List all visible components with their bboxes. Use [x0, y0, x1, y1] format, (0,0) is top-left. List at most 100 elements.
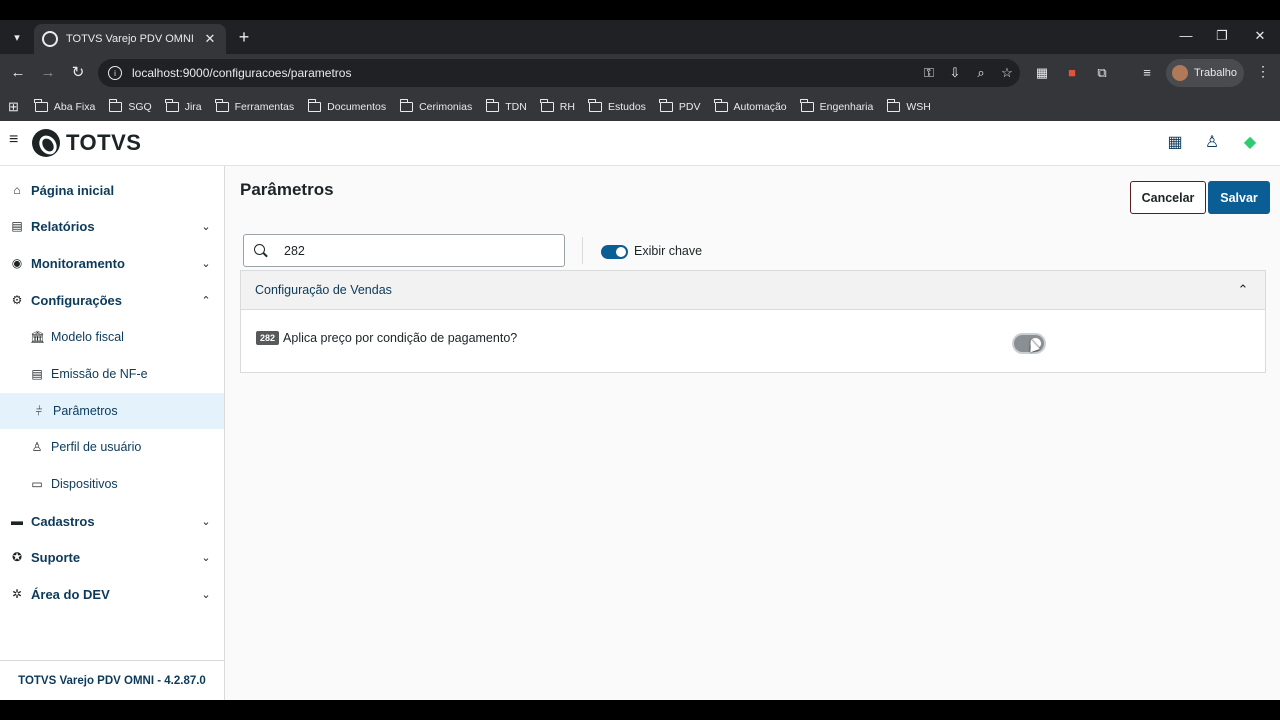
parameter-label: Aplica preço por condição de pagamento?	[283, 331, 518, 345]
sidebar-subitem-devices[interactable]: ▭ Dispositivos	[0, 466, 224, 502]
profile-button[interactable]: Trabalho	[1166, 59, 1244, 87]
cancel-button[interactable]: Cancelar	[1130, 181, 1206, 214]
close-tab-icon[interactable]: ✕	[202, 31, 218, 47]
sidebar-subitem-user-profile[interactable]: ♙ Perfil de usuário	[0, 429, 224, 465]
password-key-icon[interactable]: ⚿	[916, 65, 942, 81]
sidebar-item-dev-area[interactable]: ✲ Área do DEV ⌄	[0, 576, 224, 612]
profile-name: Trabalho	[1194, 67, 1238, 79]
bookmark-folder[interactable]: TDN	[485, 98, 527, 113]
parameter-row: 282 Aplica preço por condição de pagamen…	[256, 331, 517, 345]
browser-toolbar: ← → ↻ i localhost:9000/configuracoes/par…	[0, 54, 1280, 92]
chevron-down-icon: ⌄	[201, 516, 211, 528]
accordion-sales-config: Configuração de Vendas ⌃ 282 Aplica preç…	[240, 270, 1266, 373]
folder-icon	[215, 98, 229, 112]
bookmark-star-icon[interactable]: ☆	[994, 65, 1020, 81]
sidebar-item-label: Área do DEV	[31, 586, 110, 602]
bookmark-label: PDV	[678, 100, 701, 113]
main-content: Parâmetros Cancelar Salvar 282 Exibir ch…	[225, 166, 1280, 700]
sidebar-item-home[interactable]: ⌂ Página inicial	[0, 172, 224, 208]
home-icon: ⌂	[13, 183, 21, 197]
bookmark-folder[interactable]: Cerimonias	[399, 98, 472, 113]
browser-titlebar: ▾ TOTVS Varejo PDV OMNI ✕ + — ❐ ✕	[0, 20, 1280, 54]
bookmark-folder[interactable]: Estudos	[588, 98, 646, 113]
bookmark-folder[interactable]: Jira	[165, 98, 202, 113]
user-icon[interactable]: ♙	[1202, 133, 1222, 153]
bookmark-label: WSH	[906, 100, 931, 113]
bookmark-folder[interactable]: WSH	[886, 98, 931, 113]
hamburger-menu-icon[interactable]: ≡	[9, 132, 23, 148]
bookmark-folder[interactable]: Aba Fixa	[34, 98, 95, 113]
forward-icon[interactable]: →	[38, 63, 58, 83]
accordion-header[interactable]: Configuração de Vendas ⌃	[241, 271, 1265, 310]
qr-extension-icon[interactable]: ▦	[1033, 64, 1051, 82]
bookmark-folder[interactable]: Engenharia	[800, 98, 873, 113]
bookmark-folder[interactable]: Ferramentas	[215, 98, 295, 113]
sidebar-item-reports[interactable]: ▤ Relatórios ⌄	[0, 208, 224, 244]
search-input[interactable]: 282	[243, 234, 565, 267]
red-extension-icon[interactable]: ■	[1063, 64, 1081, 82]
bookmark-folder[interactable]: Documentos	[307, 98, 386, 113]
bookmark-folder[interactable]: PDV	[659, 98, 701, 113]
show-key-toggle[interactable]	[601, 245, 628, 259]
install-app-icon[interactable]: ⇩	[942, 65, 968, 81]
back-icon[interactable]: ←	[8, 63, 28, 83]
folder-icon	[800, 98, 814, 112]
bookmark-folder[interactable]: Automação	[714, 98, 787, 113]
sidebar: ⌂ Página inicial ▤ Relatórios ⌄ ◉ Monito…	[0, 166, 225, 700]
tab-search-button[interactable]: ▾	[6, 26, 28, 48]
sidebar-item-label: Cadastros	[31, 513, 95, 529]
folder-icon	[34, 98, 48, 112]
sidebar-subitem-nfe[interactable]: ▤ Emissão de NF-e	[0, 356, 224, 392]
new-tab-button[interactable]: +	[234, 27, 254, 47]
url-text[interactable]: localhost:9000/configuracoes/parametros	[132, 66, 916, 80]
sidebar-subitem-label: Modelo fiscal	[51, 330, 124, 344]
bookmark-label: SGQ	[128, 100, 152, 113]
restore-window-icon[interactable]: ❐	[1212, 28, 1232, 44]
extensions-puzzle-icon[interactable]: ⧉	[1093, 64, 1111, 82]
close-window-icon[interactable]: ✕	[1250, 28, 1270, 44]
wifi-status-icon[interactable]: ◆	[1240, 133, 1260, 153]
folder-icon	[399, 98, 414, 112]
sidebar-item-support[interactable]: ✪ Suporte ⌄	[0, 539, 224, 575]
chevron-down-icon: ⌄	[201, 552, 211, 564]
bookmark-label: Ferramentas	[234, 100, 295, 113]
tab-title: TOTVS Varejo PDV OMNI	[66, 33, 194, 45]
save-button[interactable]: Salvar	[1208, 181, 1270, 214]
kebab-menu-icon[interactable]: ⋮	[1256, 63, 1270, 80]
broadcast-icon: ◉	[11, 256, 23, 270]
sidebar-item-label: Suporte	[31, 549, 81, 565]
sidebar-item-label: Relatórios	[31, 218, 95, 234]
sidebar-subitem-fiscal-model[interactable]: 🏛 Modelo fiscal	[0, 319, 224, 355]
folder-icon	[108, 98, 123, 112]
apps-grid-icon[interactable]: ⊞	[8, 99, 19, 115]
address-bar[interactable]: i localhost:9000/configuracoes/parametro…	[98, 59, 1020, 87]
user-settings-icon: ♙	[31, 440, 43, 454]
search-value[interactable]: 282	[284, 244, 305, 258]
sidebar-subitem-parameters[interactable]: ⫩ Parâmetros	[0, 393, 224, 429]
sidebar-item-registrations[interactable]: ▬ Cadastros ⌄	[0, 503, 224, 539]
logo-text: TOTVS	[66, 130, 142, 155]
reload-icon[interactable]: ↻	[68, 63, 88, 83]
chevron-up-icon[interactable]: ⌃	[1237, 283, 1249, 296]
sidebar-subitem-label: Emissão de NF-e	[51, 367, 148, 381]
media-control-icon[interactable]: ≡	[1138, 64, 1156, 82]
divider	[582, 237, 583, 264]
sidebar-item-label: Monitoramento	[31, 255, 125, 271]
minimize-window-icon[interactable]: —	[1176, 28, 1196, 43]
qr-code-icon[interactable]: ▦	[1165, 133, 1185, 153]
browser-tab[interactable]: TOTVS Varejo PDV OMNI ✕	[34, 24, 226, 54]
bookmark-folder[interactable]: SGQ	[108, 98, 152, 113]
zoom-icon[interactable]: ⌕	[968, 65, 994, 81]
bookmark-label: Jira	[184, 100, 202, 113]
sliders-icon: ⫩	[35, 403, 43, 418]
chevron-down-icon: ⌄	[201, 258, 211, 270]
app: ≡ TOTVS ▦ ♙ ◆ ⌂ Página inicial ▤ Relatór…	[0, 121, 1280, 700]
sidebar-item-settings[interactable]: ⚙ Configurações ⌃	[0, 282, 224, 318]
site-info-icon[interactable]: i	[108, 66, 122, 80]
bookmark-label: RH	[559, 100, 575, 113]
bookmark-folder[interactable]: RH	[540, 98, 575, 113]
monitor-icon: ▭	[31, 477, 43, 491]
sidebar-item-monitoring[interactable]: ◉ Monitoramento ⌄	[0, 245, 224, 281]
sidebar-subitem-label: Dispositivos	[51, 477, 118, 491]
folder-icon	[307, 98, 322, 112]
